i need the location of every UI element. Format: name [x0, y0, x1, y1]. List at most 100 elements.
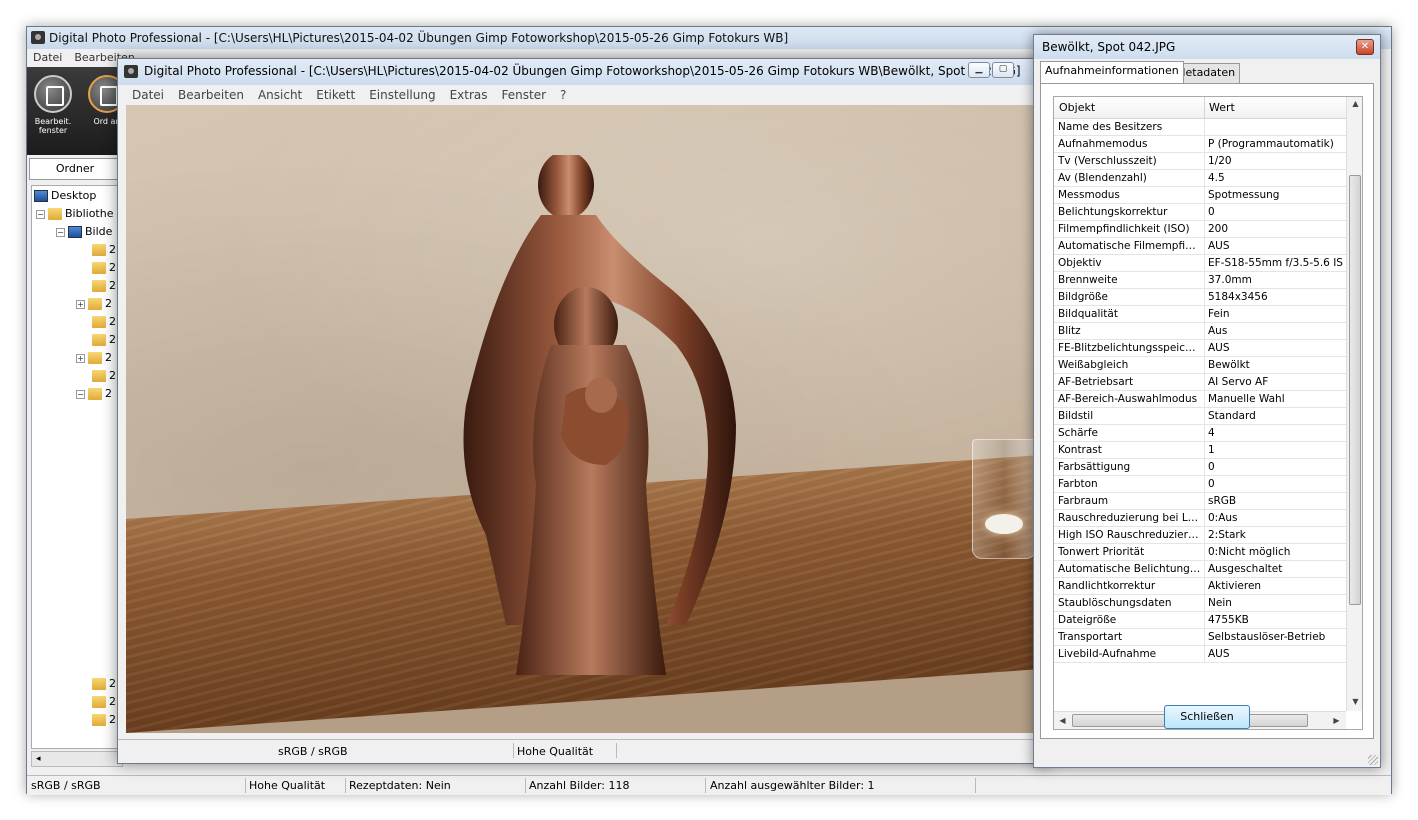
- main-window-title: Digital Photo Professional - [C:\Users\H…: [49, 31, 789, 45]
- tree-item-folder[interactable]: +2: [76, 350, 112, 366]
- tree-horizontal-scrollbar[interactable]: ◂: [31, 751, 123, 767]
- expand-icon[interactable]: +: [76, 299, 85, 309]
- tree-item-label: 2: [109, 369, 116, 382]
- column-header-value[interactable]: Wert: [1209, 101, 1235, 114]
- main-menu-datei[interactable]: Datei: [33, 49, 62, 67]
- tree-item-desktop[interactable]: Desktop: [34, 188, 96, 204]
- table-row[interactable]: AF-Betriebsart AI Servo AF: [1054, 374, 1346, 391]
- table-row[interactable]: Farbraum sRGB: [1054, 493, 1346, 510]
- table-row[interactable]: Messmodus Spotmessung: [1054, 187, 1346, 204]
- folder-icon: [88, 352, 102, 364]
- table-row[interactable]: Belichtungskorrektur 0: [1054, 204, 1346, 221]
- folder-icon: [92, 262, 106, 274]
- row-value: 0: [1208, 206, 1215, 218]
- column-divider[interactable]: [1204, 97, 1205, 119]
- table-row[interactable]: Bildstil Standard: [1054, 408, 1346, 425]
- menu-einstellung[interactable]: Einstellung: [369, 85, 435, 105]
- tree-item-folder[interactable]: 2: [92, 242, 116, 258]
- close-button[interactable]: Schließen: [1164, 705, 1250, 729]
- table-row[interactable]: Bildgröße 5184x3456: [1054, 289, 1346, 306]
- tree-item-folder[interactable]: +2: [76, 296, 112, 312]
- tree-item-folder[interactable]: 2: [92, 314, 116, 330]
- table-row[interactable]: Aufnahmemodus P (Programmautomatik): [1054, 136, 1346, 153]
- row-value: sRGB: [1208, 495, 1237, 507]
- table-row[interactable]: High ISO Rauschreduzierung 2:Stark: [1054, 527, 1346, 544]
- row-key: Farbraum: [1058, 495, 1109, 507]
- tree-item-folder[interactable]: 2: [92, 368, 116, 384]
- table-row[interactable]: Tonwert Priorität 0:Nicht möglich: [1054, 544, 1346, 561]
- row-value: Nein: [1208, 597, 1232, 609]
- folder-icon: [92, 334, 106, 346]
- table-row[interactable]: Automatische Belichtungso... Ausgeschalte…: [1054, 561, 1346, 578]
- tree-item-folder[interactable]: 2: [92, 676, 116, 692]
- tab-shooting-info[interactable]: Aufnahmeinformationen: [1040, 61, 1184, 83]
- table-row[interactable]: Schärfe 4: [1054, 425, 1346, 442]
- viewer-window-title: Digital Photo Professional - [C:\Users\H…: [144, 64, 1021, 78]
- collapse-icon[interactable]: −: [36, 209, 45, 219]
- menu-etikett[interactable]: Etikett: [316, 85, 355, 105]
- row-value: 0:Aus: [1208, 512, 1238, 524]
- resize-grip-icon[interactable]: [1368, 755, 1378, 765]
- tree-item-folder[interactable]: 2: [92, 332, 116, 348]
- table-row[interactable]: Tv (Verschlusszeit) 1/20: [1054, 153, 1346, 170]
- scroll-left-icon[interactable]: ◀: [1054, 714, 1071, 728]
- dialog-title-bar[interactable]: Bewölkt, Spot 042.JPG ✕: [1034, 35, 1380, 59]
- edit-window-button[interactable]: Bearbeit. fenster: [31, 67, 75, 135]
- table-row[interactable]: Av (Blendenzahl) 4.5: [1054, 170, 1346, 187]
- table-row[interactable]: Objektiv EF-S18-55mm f/3.5-5.6 IS I: [1054, 255, 1346, 272]
- tree-item-folder[interactable]: 2: [92, 278, 116, 294]
- tree-item-folder[interactable]: 2: [92, 712, 116, 728]
- menu-bearbeiten[interactable]: Bearbeiten: [178, 85, 244, 105]
- table-row[interactable]: Staublöschungsdaten Nein: [1054, 595, 1346, 612]
- table-row[interactable]: Livebild-Aufnahme AUS: [1054, 646, 1346, 663]
- row-value: Fein: [1208, 308, 1230, 320]
- minimize-button[interactable]: ▁: [968, 62, 990, 78]
- menu-datei[interactable]: Datei: [132, 85, 164, 105]
- tree-item-folder-open[interactable]: −2: [76, 386, 112, 402]
- scroll-right-icon[interactable]: ▶: [1328, 714, 1345, 728]
- vertical-scroll-thumb[interactable]: [1349, 175, 1361, 605]
- menu-help[interactable]: ?: [560, 85, 566, 105]
- table-row[interactable]: Automatische Filmempfindli... AUS: [1054, 238, 1346, 255]
- dialog-close-icon[interactable]: ✕: [1356, 39, 1374, 55]
- table-row[interactable]: Rauschreduzierung bei Lan... 0:Aus: [1054, 510, 1346, 527]
- table-row[interactable]: Kontrast 1: [1054, 442, 1346, 459]
- row-value: EF-S18-55mm f/3.5-5.6 IS I: [1208, 257, 1344, 269]
- status-divider: [245, 778, 246, 793]
- table-row[interactable]: Bildqualität Fein: [1054, 306, 1346, 323]
- tree-item-folder[interactable]: 2: [92, 260, 116, 276]
- expand-icon[interactable]: +: [76, 353, 85, 363]
- scroll-up-icon[interactable]: ▲: [1347, 97, 1362, 111]
- tree-item-label: 2: [105, 387, 112, 400]
- table-row[interactable]: Brennweite 37.0mm: [1054, 272, 1346, 289]
- table-row[interactable]: Filmempfindlichkeit (ISO) 200: [1054, 221, 1346, 238]
- tree-item-pictures[interactable]: − Bilde: [56, 224, 112, 240]
- photo-canvas[interactable]: [126, 105, 1046, 733]
- table-row[interactable]: Farbsättigung 0: [1054, 459, 1346, 476]
- table-row[interactable]: FE-Blitzbelichtungsspeicher... AUS: [1054, 340, 1346, 357]
- table-row[interactable]: Dateigröße 4755KB: [1054, 612, 1346, 629]
- row-key: Bildgröße: [1058, 291, 1108, 303]
- tree-item-label: 2: [105, 351, 112, 364]
- table-row[interactable]: Randlichtkorrektur Aktivieren: [1054, 578, 1346, 595]
- viewer-title-bar[interactable]: Digital Photo Professional - [C:\Users\H…: [118, 59, 1051, 85]
- menu-fenster[interactable]: Fenster: [502, 85, 547, 105]
- collapse-icon[interactable]: −: [56, 227, 65, 237]
- table-row[interactable]: Weißabgleich Bewölkt: [1054, 357, 1346, 374]
- table-row[interactable]: Transportart Selbstauslöser-Betrieb: [1054, 629, 1346, 646]
- collapse-icon[interactable]: −: [76, 389, 85, 399]
- tree-item-library[interactable]: − Bibliothe: [36, 206, 113, 222]
- table-row[interactable]: AF-Bereich-Auswahlmodus Manuelle Wahl: [1054, 391, 1346, 408]
- column-header-object[interactable]: Objekt: [1059, 101, 1095, 114]
- scroll-down-icon[interactable]: ▼: [1347, 695, 1362, 709]
- tab-folder[interactable]: Ordner: [29, 158, 121, 180]
- scroll-left-icon[interactable]: ◂: [36, 754, 41, 764]
- table-row[interactable]: Farbton 0: [1054, 476, 1346, 493]
- tree-item-folder[interactable]: 2: [92, 694, 116, 710]
- menu-extras[interactable]: Extras: [450, 85, 488, 105]
- vertical-scrollbar[interactable]: ▲ ▼: [1346, 97, 1362, 711]
- table-row[interactable]: Name des Besitzers: [1054, 119, 1346, 136]
- table-row[interactable]: Blitz Aus: [1054, 323, 1346, 340]
- maximize-button[interactable]: ▢: [992, 62, 1014, 78]
- menu-ansicht[interactable]: Ansicht: [258, 85, 302, 105]
